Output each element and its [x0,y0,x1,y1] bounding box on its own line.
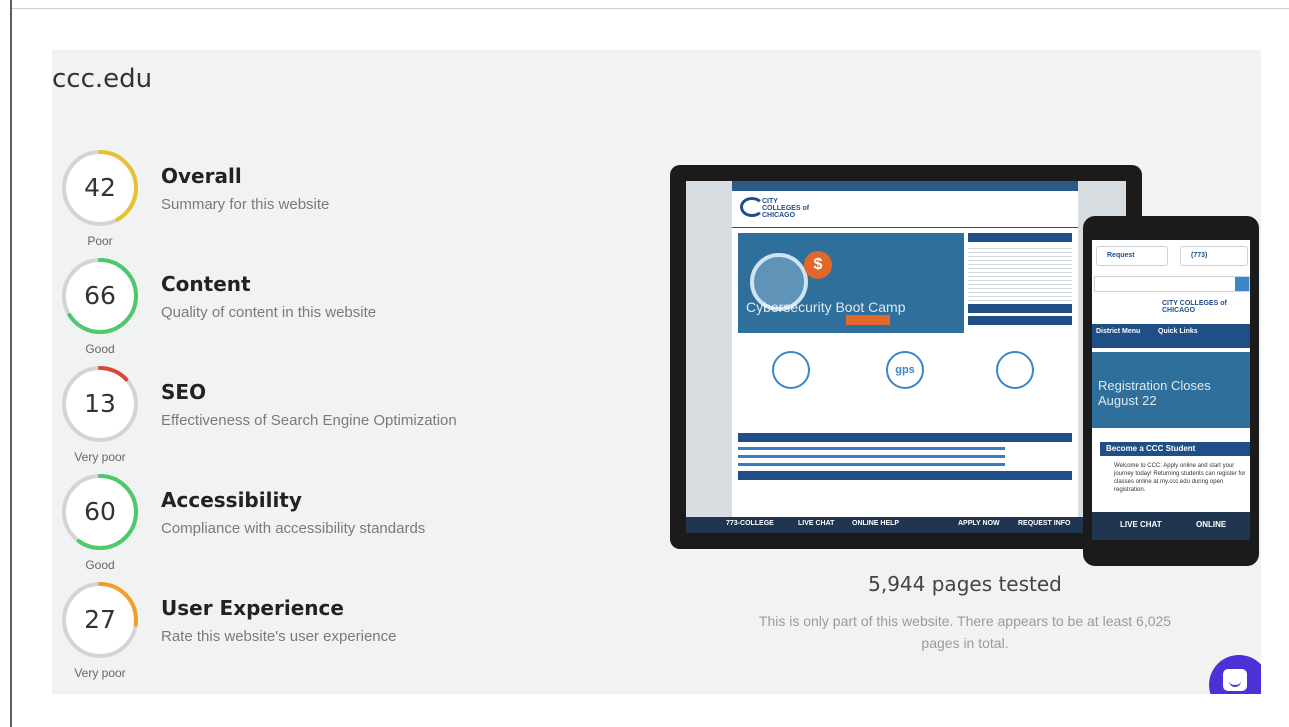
bottom-bar-item: LIVE CHAT [798,520,835,527]
metric-rating: Good [85,342,115,356]
site-logo-text: CITY COLLEGES of CHICAGO [762,198,810,219]
dollar-icon: $ [804,251,832,279]
hero-text: Cybersecurity Boot Camp [746,299,906,315]
logo-swoosh-icon [740,197,764,217]
metric-score: 13 [84,389,116,418]
phone-bottom-bar: LIVE CHAT ONLINE [1092,512,1250,540]
metric-score: 66 [84,281,116,310]
seo-score-gauge: 13 [60,364,140,444]
laptop-screen: CITY COLLEGES of CHICAGO $ Cybersecurity… [686,181,1126,533]
metric-description: Quality of content in this website [161,304,377,321]
metric-score: 27 [84,605,116,634]
phone-section-label: Become a CCC Student [1106,444,1196,453]
phone-bottom-item: ONLINE [1196,520,1227,529]
laptop-preview: CITY COLLEGES of CHICAGO $ Cybersecurity… [670,165,1142,549]
sidebar-text [968,245,1072,301]
phone-preview: Request (773) CITY COLLEGES of CHICAGO D… [1083,216,1259,566]
phone-screen: Request (773) CITY COLLEGES of CHICAGO D… [1092,240,1250,540]
phone-section-bar: Become a CCC Student [1100,442,1250,456]
metric-description: Compliance with accessibility standards [161,520,426,537]
overall-score-gauge: 42 [60,148,140,228]
pages-tested-note: This is only part of this website. There… [758,613,1172,651]
sidebar-bar [968,233,1072,242]
news-line [738,455,1006,458]
accessibility-score-gauge: 60 [60,472,140,552]
metric-rating: Good [85,558,115,572]
metric-accessibility: 60 Good Accessibility Compliance with ac… [60,472,620,580]
hero-button [846,315,890,325]
phone-logo-text: CITY COLLEGES of CHICAGO [1162,300,1227,314]
pages-tested-count: 5,944 pages tested [868,572,1062,596]
site-hero-banner: $ Cybersecurity Boot Camp [738,233,964,333]
site-title: ccc.edu [52,64,153,94]
request-button: Request [1096,246,1168,266]
gps-icon: gps [886,351,924,389]
bottom-bar-item: 773-COLLEGE [726,520,774,527]
phone-hero: Registration Closes August 22 [1092,352,1250,428]
metric-description: Effectiveness of Search Engine Optimizat… [161,412,457,429]
sidebar-bar [968,304,1072,313]
content-score-gauge: 66 [60,256,140,336]
site-top-bar [732,181,1078,191]
metric-name: Overall [161,164,242,188]
website-screenshot-desktop: CITY COLLEGES of CHICAGO $ Cybersecurity… [732,181,1078,533]
window-top-edge [12,8,1289,9]
site-feature-icons: gps [738,341,1072,421]
news-header [738,433,1072,442]
search-icon [1235,277,1249,291]
metric-user-experience: 27 Very poor User Experience Rate this w… [60,580,620,688]
metric-description: Rate this website's user experience [161,628,397,645]
user-experience-score-gauge: 27 [60,580,140,660]
site-nav [732,217,1078,228]
site-news-section [738,433,1072,493]
metric-description: Summary for this website [161,196,330,213]
site-sidebar [968,233,1072,333]
metric-name: Accessibility [161,488,302,512]
metric-overall: 42 Poor Overall Summary for this website [60,148,620,256]
phone-search [1094,276,1250,292]
metric-name: SEO [161,380,207,404]
window-left-edge [10,0,12,727]
metric-seo: 13 Very poor SEO Effectiveness of Search… [60,364,620,472]
metric-content: 66 Good Content Quality of content in th… [60,256,620,364]
bottom-bar-item: APPLY NOW [958,520,1000,527]
bottom-bar-item: ONLINE HELP [852,520,900,527]
phone-welcome-text: Welcome to CCC: Apply online and start y… [1114,463,1246,493]
phone-hero-text: Registration Closes August 22 [1098,378,1211,408]
metric-name: User Experience [161,596,344,620]
phone-call-button: (773) [1180,246,1248,266]
graduation-cap-icon [772,351,810,389]
news-line [738,463,1006,466]
phone-tab: District Menu [1096,328,1141,335]
site-logo: CITY COLLEGES of CHICAGO [740,195,810,219]
phone-top-buttons: Request (773) [1092,246,1250,266]
metric-rating: Very poor [74,450,126,464]
metric-score: 60 [84,497,116,526]
news-line [738,447,1006,450]
metric-rating: Very poor [74,666,126,680]
chat-widget-button[interactable] [1209,655,1261,694]
phone-tabs: District Menu Quick Links [1092,324,1250,348]
bottom-bar-item: REQUEST INFO [1018,520,1071,527]
features-header [738,471,1072,480]
phone-bottom-item: LIVE CHAT [1120,520,1162,529]
phone-tab: Quick Links [1158,328,1198,335]
sidebar-bar [968,316,1072,325]
edit-icon [996,351,1034,389]
metric-rating: Poor [87,234,113,248]
metric-name: Content [161,272,251,296]
site-bottom-bar: 773-COLLEGE LIVE CHAT ONLINE HELP APPLY … [686,517,1126,533]
metric-score: 42 [84,173,116,202]
